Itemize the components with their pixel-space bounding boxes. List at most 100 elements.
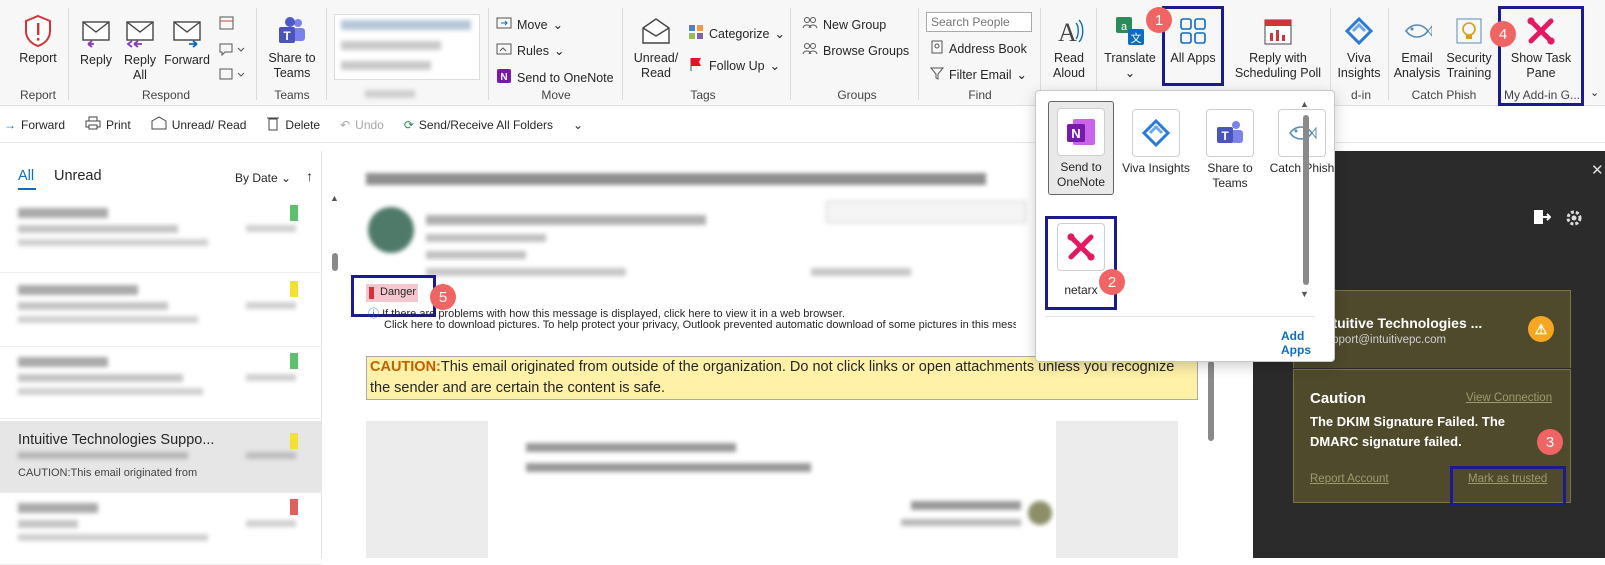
quick-action-bar: → Forward Print Unread/ Read Delete ↶ Undo…	[0, 107, 1605, 143]
qat-undo-button[interactable]: ↶ Undo	[340, 118, 384, 132]
im-reply-icon[interactable]	[218, 41, 246, 60]
teams-icon: T	[262, 14, 322, 48]
qat-delete-button[interactable]: Delete	[266, 115, 320, 134]
add-apps-link[interactable]: Add Apps	[1281, 329, 1334, 357]
envelope-icon	[151, 116, 167, 133]
new-group-button[interactable]: New Group	[802, 16, 886, 33]
address-book-button[interactable]: Address Book	[930, 40, 1027, 57]
filter-email-button[interactable]: Filter Email ⌄	[929, 66, 1027, 83]
browse-groups-button[interactable]: Browse Groups	[802, 42, 909, 59]
close-pane-icon[interactable]: ✕	[1591, 161, 1604, 179]
reply-action-buttons[interactable]	[826, 201, 1026, 223]
send-to-onenote-button[interactable]: N Send to OneNote	[496, 68, 614, 87]
chevron-down-icon: ⌄	[774, 27, 785, 41]
unread-read-button[interactable]: Unread/ Read	[628, 14, 684, 81]
email-analysis-label: Email Analysis	[1393, 51, 1441, 80]
tab-all[interactable]: All	[18, 168, 34, 184]
list-item-selected[interactable]: Intuitive Technologies Suppo... CAUTION:…	[0, 421, 322, 493]
qat-customize-chevron-icon[interactable]: ⌄	[573, 118, 583, 132]
reply-icon	[76, 16, 116, 50]
scheduling-poll-label: Reply with Scheduling Poll	[1234, 51, 1322, 80]
trash-icon	[266, 115, 280, 134]
more-respond-icon[interactable]	[218, 66, 246, 85]
meeting-reply-icon[interactable]	[218, 15, 236, 34]
category-tag	[290, 281, 298, 297]
svg-text:N: N	[500, 72, 507, 83]
rules-button[interactable]: Rules ⌄	[496, 42, 564, 59]
read-aloud-button[interactable]: A Read Aloud	[1046, 14, 1092, 81]
reply-with-scheduling-poll-button[interactable]: Reply with Scheduling Poll	[1228, 14, 1328, 81]
reply-button[interactable]: Reply	[76, 16, 116, 68]
email-analysis-button[interactable]: Email Analysis	[1392, 14, 1442, 81]
chevron-down-icon: ⌄	[552, 18, 564, 32]
qat-delete-label: Delete	[285, 117, 321, 132]
category-tag	[290, 433, 298, 449]
sender-line	[426, 215, 706, 225]
view-connection-link[interactable]: View Connection	[1466, 392, 1552, 404]
qat-print-button[interactable]: Print	[85, 116, 131, 133]
security-training-label: Security Training	[1446, 51, 1492, 80]
lightbulb-icon	[1444, 14, 1494, 48]
address-book-label: Address Book	[949, 41, 1027, 56]
categorize-button[interactable]: Categorize ⌄	[688, 24, 785, 43]
annotation-badge-4: 4	[1490, 21, 1516, 47]
sort-by-date-button[interactable]: By Date ⌄	[235, 171, 291, 185]
app-label: Viva Insights	[1122, 161, 1190, 175]
app-viva-insights[interactable]: Viva Insights	[1122, 109, 1190, 176]
message-list-pane: All Unread By Date ⌄ ↑ Intuitive Technol…	[0, 151, 339, 565]
quick-steps-gallery[interactable]	[334, 14, 480, 80]
qat-forward-button[interactable]: → Forward	[4, 118, 65, 132]
reply-all-button[interactable]: Reply All	[120, 16, 160, 83]
settings-gear-icon[interactable]	[1565, 209, 1583, 230]
svg-text:A: A	[1058, 18, 1077, 47]
move-button[interactable]: Move ⌄	[496, 16, 563, 33]
forward-icon	[162, 16, 212, 50]
report-account-link[interactable]: Report Account	[1310, 473, 1389, 485]
reading-scrollbar-thumb[interactable]	[1208, 361, 1214, 441]
forward-button[interactable]: Forward	[162, 16, 212, 68]
security-training-button[interactable]: Security Training	[1444, 14, 1494, 81]
group-label-respond: Respond	[141, 88, 191, 102]
follow-up-button[interactable]: Follow Up ⌄	[688, 56, 780, 75]
annotation-box-mark-trusted	[1450, 466, 1566, 506]
sign-out-icon[interactable]	[1531, 207, 1552, 230]
read-aloud-label: Read Aloud	[1053, 51, 1085, 80]
list-item[interactable]	[0, 493, 322, 565]
svg-text:T: T	[283, 29, 291, 43]
info-icon: ⓘ	[368, 308, 379, 320]
svg-text:文: 文	[1131, 31, 1142, 45]
ribbon-collapse-chevron-icon[interactable]: ⌄	[1590, 86, 1599, 99]
scroll-up-arrow-icon[interactable]: ▲	[1300, 99, 1309, 109]
teams-icon: T	[1206, 109, 1254, 157]
app-catch-phish[interactable]: Catch Phish	[1268, 109, 1336, 176]
info-bar-pictures[interactable]: Click here to download pictures. To help…	[384, 319, 1016, 331]
qat-send-receive-button[interactable]: ⟳ Send/Receive All Folders	[404, 118, 553, 132]
annotation-badge-2: 2	[1099, 269, 1125, 295]
flyout-scrollbar-thumb[interactable]	[1303, 115, 1309, 285]
app-share-to-teams[interactable]: T Share to Teams	[1196, 109, 1264, 191]
qat-unread-read-button[interactable]: Unread/ Read	[151, 116, 246, 133]
share-to-teams-button[interactable]: T Share to Teams	[262, 14, 322, 81]
report-button[interactable]: Report	[14, 14, 62, 66]
list-item[interactable]	[0, 201, 322, 273]
scroll-up-arrow-icon[interactable]: ▲	[330, 193, 339, 203]
tab-unread[interactable]: Unread	[54, 168, 102, 184]
list-item[interactable]	[0, 347, 322, 419]
reply-all-icon	[120, 16, 160, 50]
group-label-catch-phish: Catch Phish	[1411, 88, 1477, 102]
search-people-input[interactable]	[926, 12, 1032, 32]
scroll-down-arrow-icon[interactable]: ▼	[1300, 289, 1309, 299]
caution-title: Caution	[1310, 390, 1366, 407]
category-tag	[290, 205, 298, 221]
new-group-label: New Group	[823, 17, 887, 32]
undo-icon: ↶	[340, 117, 351, 132]
onenote-icon: N	[496, 68, 512, 87]
viva-insights-button[interactable]: Viva Insights	[1334, 14, 1384, 81]
list-item[interactable]	[0, 275, 322, 347]
move-label: Move	[517, 17, 548, 32]
move-icon	[496, 16, 512, 33]
sort-direction-arrow-icon[interactable]: ↑	[306, 168, 313, 184]
app-send-to-onenote[interactable]: N Send to OneNote	[1048, 101, 1114, 195]
list-scrollbar-thumb[interactable]	[332, 253, 338, 271]
app-label: Catch Phish	[1269, 161, 1335, 175]
